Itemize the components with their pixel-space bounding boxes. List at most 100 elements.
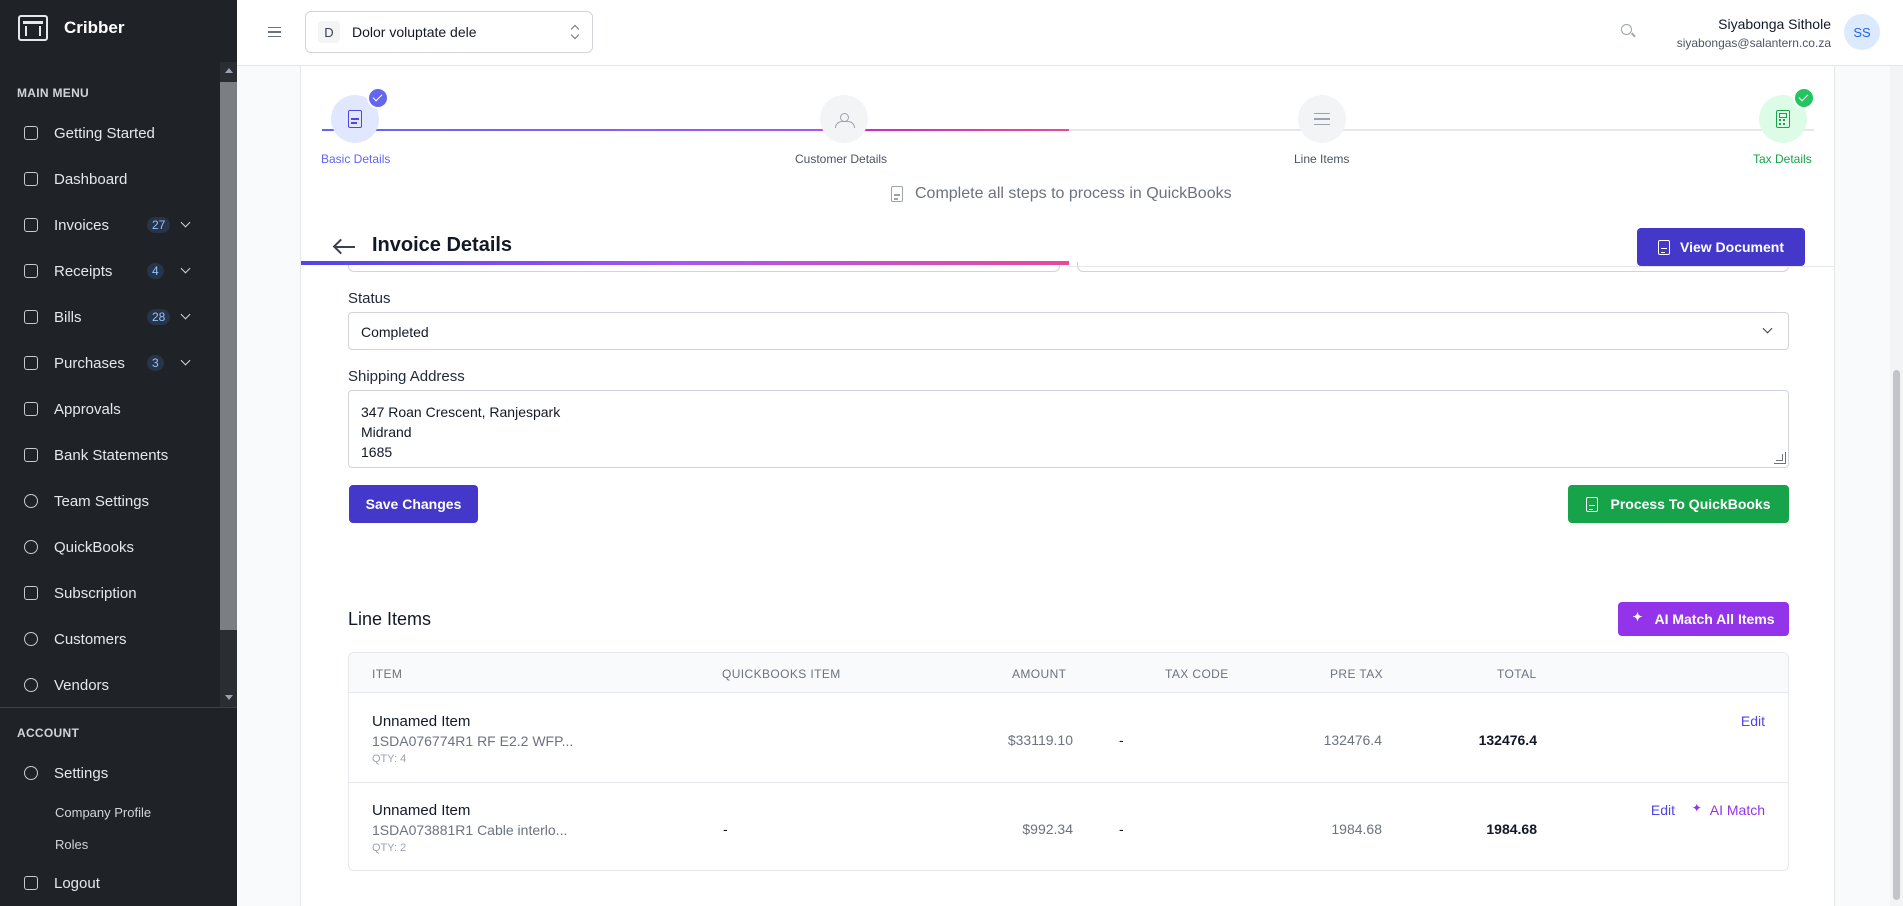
item-amount: $33119.10: [1007, 732, 1073, 748]
sidebar-item-bank-statements[interactable]: Bank Statements: [0, 432, 220, 478]
brand[interactable]: Cribber: [0, 0, 237, 56]
sidebar-subitem-roles[interactable]: Roles: [0, 828, 237, 860]
shipping-address-textarea[interactable]: 347 Roan Crescent, Ranjespark Midrand 16…: [348, 390, 1789, 468]
users-icon: [834, 113, 855, 128]
sidebar-item-label: Subscription: [54, 584, 137, 602]
ai-match-link[interactable]: AI Match: [1692, 801, 1765, 818]
save-changes-button[interactable]: Save Changes: [349, 485, 478, 523]
logout-icon: [24, 876, 38, 890]
topbar: D Dolor voluptate dele Siyabonga Sithole…: [237, 0, 1903, 66]
sidebar-menu: MAIN MENU Getting Started Dashboard Invo…: [0, 62, 220, 707]
address-line: Midrand: [361, 424, 412, 440]
column-header-pre-tax: PRE TAX: [1330, 667, 1384, 681]
ai-match-all-label: AI Match All Items: [1654, 611, 1775, 627]
sidebar-item-approvals[interactable]: Approvals: [0, 386, 220, 432]
chevron-down-icon[interactable]: [180, 309, 191, 320]
users-icon: [24, 494, 38, 508]
company-selector[interactable]: D Dolor voluptate dele: [305, 11, 593, 53]
account-menu: ACCOUNT Settings Company Profile Roles L…: [0, 708, 237, 906]
scroll-down-icon[interactable]: [225, 695, 233, 700]
table-row: Unnamed Item 1SDA076774R1 RF E2.2 WFP...…: [349, 694, 1788, 783]
sidebar-item-label: Bills: [54, 308, 82, 326]
sidebar-item-vendors[interactable]: Vendors: [0, 662, 220, 707]
scroll-up-icon[interactable]: [225, 68, 233, 73]
credit-card-icon: [24, 586, 38, 600]
main-menu-heading: MAIN MENU: [17, 86, 90, 100]
count-badge: 28: [147, 309, 171, 325]
sidebar-item-getting-started[interactable]: Getting Started: [0, 110, 220, 156]
sidebar-item-customers[interactable]: Customers: [0, 616, 220, 662]
item-description: 1SDA073881R1 Cable interlo...: [372, 822, 568, 838]
sidebar-item-subscription[interactable]: Subscription: [0, 570, 220, 616]
column-header-tax-code: TAX CODE: [1165, 667, 1229, 681]
sidebar-item-dashboard[interactable]: Dashboard: [0, 156, 220, 202]
chevron-down-icon[interactable]: [180, 217, 191, 228]
sidebar: Cribber MAIN MENU Getting Started Dashbo…: [0, 0, 237, 906]
sidebar-subitem-company-profile[interactable]: Company Profile: [0, 796, 237, 828]
item-qty: QTY: 2: [372, 842, 407, 854]
sidebar-item-settings[interactable]: Settings: [0, 750, 237, 796]
sidebar-item-logout[interactable]: Logout: [0, 860, 237, 906]
edit-link[interactable]: Edit: [1651, 802, 1675, 818]
count-badge: 4: [147, 263, 164, 279]
document-icon: [891, 186, 903, 202]
step-label-customer-details[interactable]: Customer Details: [795, 152, 887, 166]
user-icon: [24, 678, 38, 692]
shopping-bag-icon: [24, 356, 38, 370]
sidebar-item-quickbooks[interactable]: QuickBooks: [0, 524, 220, 570]
menu-toggle-icon[interactable]: [268, 27, 281, 37]
user-name[interactable]: Siyabonga Sithole: [1718, 16, 1831, 32]
address-line: 1685: [361, 444, 393, 460]
avatar[interactable]: SS: [1844, 14, 1880, 50]
column-header-total: TOTAL: [1497, 667, 1537, 681]
chevron-down-icon[interactable]: [180, 263, 191, 274]
steps-note-text: Complete all steps to process in QuickBo…: [915, 185, 1232, 202]
shipping-address-label: Shipping Address: [348, 368, 465, 385]
edit-link[interactable]: Edit: [1741, 713, 1765, 729]
check-icon: [1793, 87, 1815, 109]
resize-handle-icon[interactable]: [1774, 452, 1786, 464]
steps-note: Complete all steps to process in QuickBo…: [891, 185, 1232, 203]
brand-logo-icon: [18, 15, 48, 41]
sidebar-item-label: Bank Statements: [54, 446, 169, 464]
sidebar-scrollbar-thumb[interactable]: [220, 82, 237, 630]
company-initial: D: [318, 21, 340, 43]
status-select[interactable]: Completed: [348, 312, 1789, 350]
back-arrow-icon[interactable]: [335, 246, 355, 248]
chevron-down-icon[interactable]: [180, 355, 191, 366]
process-to-quickbooks-button[interactable]: Process To QuickBooks: [1568, 485, 1789, 523]
sidebar-item-purchases[interactable]: Purchases 3: [0, 340, 220, 386]
bank-icon: [24, 448, 38, 462]
brand-name: Cribber: [64, 18, 125, 37]
page-scrollbar-thumb[interactable]: [1893, 370, 1900, 900]
search-icon[interactable]: [1621, 24, 1632, 35]
line-items-table: ITEM QUICKBOOKS ITEM AMOUNT TAX CODE PRE…: [348, 652, 1789, 871]
item-tax-code: -: [1119, 732, 1124, 748]
step-customer-details-icon[interactable]: [820, 95, 868, 143]
sidebar-item-label: Approvals: [54, 400, 121, 418]
ai-match-all-button[interactable]: AI Match All Items: [1618, 602, 1789, 636]
sync-icon: [24, 540, 38, 554]
chevron-up-down-icon: [571, 24, 579, 40]
sidebar-item-label: Vendors: [54, 676, 110, 694]
step-label-basic-details[interactable]: Basic Details: [321, 152, 390, 166]
sidebar-item-label: Purchases: [54, 354, 125, 372]
sparkles-icon: [1632, 610, 1644, 625]
sidebar-item-receipts[interactable]: Receipts 4: [0, 248, 220, 294]
table-header: ITEM QUICKBOOKS ITEM AMOUNT TAX CODE PRE…: [349, 653, 1788, 693]
sidebar-item-label: Team Settings: [54, 492, 150, 510]
step-label-line-items[interactable]: Line Items: [1294, 152, 1349, 166]
sparkles-icon: [1692, 801, 1704, 816]
sidebar-item-label: Getting Started: [54, 124, 155, 142]
step-line-items-icon[interactable]: [1298, 95, 1346, 143]
sidebar-item-label: Invoices: [54, 216, 110, 234]
item-tax-code: -: [1119, 821, 1124, 837]
step-label-tax-details[interactable]: Tax Details: [1753, 152, 1812, 166]
list-icon: [1314, 113, 1330, 125]
sidebar-item-bills[interactable]: Bills 28: [0, 294, 220, 340]
sidebar-item-team-settings[interactable]: Team Settings: [0, 478, 220, 524]
sidebar-item-invoices[interactable]: Invoices 27: [0, 202, 220, 248]
column-header-amount: AMOUNT: [1012, 667, 1067, 681]
step-connector: [1069, 129, 1814, 131]
view-document-button[interactable]: View Document: [1637, 228, 1805, 266]
